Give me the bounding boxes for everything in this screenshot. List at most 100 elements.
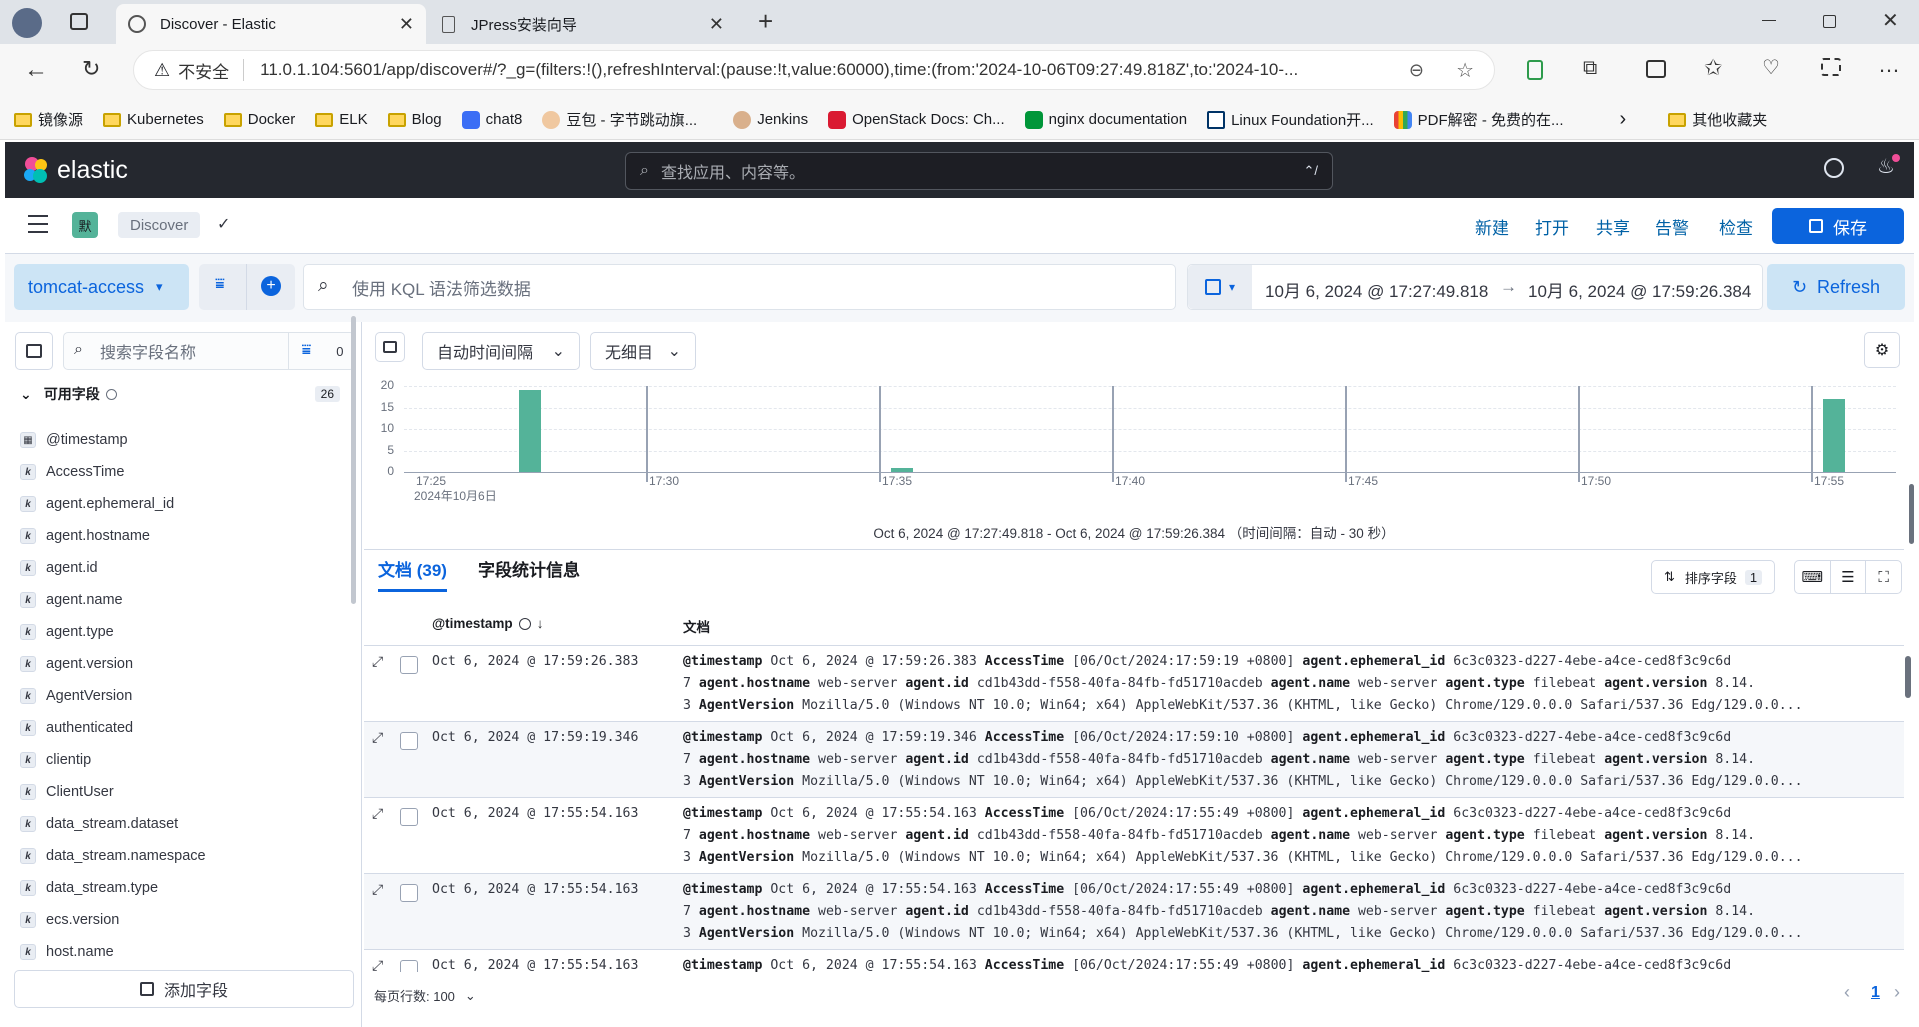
table-row[interactable]: ⤢ Oct 6, 2024 @ 17:55:54.163 @timestamp Oc… bbox=[364, 798, 1904, 874]
chart-resize-handle[interactable] bbox=[1909, 484, 1914, 544]
reload-icon[interactable]: ↻ bbox=[82, 56, 100, 82]
interval-dropdown[interactable]: 自动时间间隔 ⌄ bbox=[422, 332, 580, 370]
favorites-icon[interactable]: ✩ bbox=[1704, 55, 1722, 81]
field-search-input[interactable]: ⌕ 搜索字段名称 ⩸ 0 bbox=[63, 332, 355, 370]
field-item[interactable]: k host.name bbox=[20, 937, 114, 967]
histogram-bar[interactable] bbox=[1823, 398, 1846, 472]
favorite-star-icon[interactable]: ☆ bbox=[1456, 58, 1474, 83]
bookmark-link[interactable]: Linux Foundation开... bbox=[1207, 109, 1374, 130]
inspect-button[interactable]: 检查 bbox=[1719, 214, 1753, 239]
global-search-input[interactable]: ⌕ 查找应用、内容等。 ⌃/ bbox=[625, 152, 1333, 190]
row-checkbox[interactable] bbox=[400, 732, 418, 750]
expand-icon[interactable]: ⤢ bbox=[372, 654, 383, 670]
bookmark-link[interactable]: nginx documentation bbox=[1024, 110, 1187, 129]
profile-avatar[interactable] bbox=[12, 8, 42, 38]
field-item[interactable]: k agent.version bbox=[20, 649, 133, 679]
column-header-timestamp[interactable]: @timestamp ↓ bbox=[432, 616, 543, 631]
display-options-icon[interactable]: ☰ bbox=[1831, 561, 1867, 593]
space-avatar[interactable]: 默 bbox=[72, 212, 98, 238]
table-row[interactable]: ⤢ Oct 6, 2024 @ 17:59:19.346 @timestamp Oc… bbox=[364, 722, 1904, 798]
bookmark-folder[interactable]: 镜像源 bbox=[14, 109, 83, 130]
field-item[interactable]: k agent.id bbox=[20, 553, 98, 583]
url-bar[interactable]: ⚠ 不安全 11.0.1.104:5601/app/discover#/?_g=… bbox=[133, 50, 1495, 90]
field-item[interactable]: k data_stream.namespace bbox=[20, 841, 206, 871]
filter-icon[interactable]: ⩸ bbox=[215, 276, 225, 294]
tab-discover[interactable]: Discover - Elastic ✕ bbox=[116, 4, 426, 44]
field-item[interactable]: k clientip bbox=[20, 745, 91, 775]
field-item[interactable]: k AgentVersion bbox=[20, 681, 132, 711]
screenshot-icon[interactable] bbox=[1821, 58, 1841, 76]
open-button[interactable]: 打开 bbox=[1535, 214, 1569, 239]
field-filter-button[interactable]: ⩸ 0 bbox=[288, 333, 356, 369]
field-item[interactable]: k ClientUser bbox=[20, 777, 114, 807]
chart-options-icon[interactable]: ⚙ bbox=[1864, 332, 1900, 368]
pagination-prev-icon[interactable]: ‹ bbox=[1844, 982, 1850, 1003]
scrollbar[interactable] bbox=[351, 316, 356, 604]
expand-icon[interactable]: ⤢ bbox=[372, 882, 383, 898]
close-icon[interactable]: ✕ bbox=[399, 14, 414, 35]
table-row[interactable]: ⤢ Oct 6, 2024 @ 17:59:26.383 @timestamp Oc… bbox=[364, 646, 1904, 722]
available-fields-header[interactable]: ⌄ 可用字段 26 bbox=[20, 384, 340, 404]
more-icon[interactable]: … bbox=[1878, 52, 1900, 78]
refresh-button[interactable]: ↻ Refresh bbox=[1767, 264, 1905, 310]
field-item[interactable]: k authenticated bbox=[20, 713, 133, 743]
field-item[interactable]: k ecs.version bbox=[20, 905, 119, 935]
row-checkbox[interactable] bbox=[400, 808, 418, 826]
field-item[interactable]: k agent.type bbox=[20, 617, 114, 647]
breakdown-dropdown[interactable]: 无细目 ⌄ bbox=[590, 332, 696, 370]
add-field-button[interactable]: 添加字段 bbox=[14, 970, 354, 1008]
rows-per-page-selector[interactable]: 每页行数: 100 ⌄ bbox=[374, 986, 476, 1005]
table-row[interactable]: ⤢ Oct 6, 2024 @ 17:55:54.163 @timestamp Oc… bbox=[364, 950, 1904, 972]
bookmark-link[interactable]: 豆包 - 字节跳动旗... bbox=[542, 109, 697, 130]
collapse-sidebar-icon[interactable] bbox=[15, 332, 53, 370]
grid-scrollbar[interactable] bbox=[1905, 656, 1911, 698]
field-item[interactable]: k data_stream.dataset bbox=[20, 809, 178, 839]
pagination-next-icon[interactable]: › bbox=[1894, 982, 1900, 1003]
zoom-icon[interactable]: ⊖ bbox=[1409, 60, 1424, 81]
restore-button[interactable] bbox=[1823, 15, 1836, 28]
tab-documents[interactable]: 文档 (39) bbox=[378, 556, 447, 592]
tab-jpress[interactable]: JPress安装向导 ✕ bbox=[430, 4, 736, 44]
split-screen-icon[interactable] bbox=[1646, 60, 1666, 78]
field-item[interactable]: k agent.hostname bbox=[20, 521, 150, 551]
back-icon[interactable]: ← bbox=[24, 56, 48, 84]
add-filter-icon[interactable]: + bbox=[261, 276, 281, 296]
share-button[interactable]: 共享 bbox=[1596, 214, 1630, 239]
field-item[interactable]: k agent.ephemeral_id bbox=[20, 489, 174, 519]
tab-field-stats[interactable]: 字段统计信息 bbox=[478, 556, 580, 581]
field-item[interactable]: ▦ @timestamp bbox=[20, 425, 128, 455]
new-tab-button[interactable]: + bbox=[758, 6, 773, 37]
time-from[interactable]: 10月 6, 2024 @ 17:27:49.818 bbox=[1265, 277, 1488, 302]
save-button[interactable]: 保存 bbox=[1772, 208, 1904, 244]
row-checkbox[interactable] bbox=[400, 960, 418, 972]
expand-icon[interactable]: ⤢ bbox=[372, 806, 383, 822]
toggle-chart-icon[interactable] bbox=[375, 332, 405, 362]
bookmark-folder[interactable]: Docker bbox=[223, 111, 295, 128]
minimize-button[interactable] bbox=[1762, 20, 1776, 21]
fullscreen-icon[interactable]: ⛶ bbox=[1866, 561, 1901, 593]
menu-icon[interactable] bbox=[28, 215, 48, 233]
bookmark-folder[interactable]: Kubernetes bbox=[103, 111, 204, 128]
field-item[interactable]: k data_stream.type bbox=[20, 873, 158, 903]
browser-essentials-icon[interactable]: ♡ bbox=[1762, 55, 1780, 80]
row-checkbox[interactable] bbox=[400, 884, 418, 902]
time-to[interactable]: 10月 6, 2024 @ 17:59:26.384 bbox=[1528, 277, 1751, 302]
keyboard-shortcuts-icon[interactable]: ⌨ bbox=[1795, 561, 1831, 593]
bookmark-link[interactable]: chat8 bbox=[461, 110, 522, 129]
row-checkbox[interactable] bbox=[400, 656, 418, 674]
breadcrumb[interactable]: Discover bbox=[118, 212, 201, 238]
tab-actions-icon[interactable] bbox=[70, 13, 88, 30]
sort-fields-button[interactable]: ⇅ 排序字段 1 bbox=[1651, 560, 1776, 594]
bookmark-folder[interactable]: ELK bbox=[315, 111, 368, 128]
close-icon[interactable]: ✕ bbox=[709, 14, 724, 35]
more-bookmarks-chevron-icon[interactable]: › bbox=[1620, 108, 1627, 131]
histogram-bar[interactable] bbox=[518, 390, 541, 472]
expand-icon[interactable]: ⤢ bbox=[372, 958, 383, 972]
sort-desc-icon[interactable]: ↓ bbox=[537, 616, 544, 631]
extensions-puzzle-icon[interactable]: ⧉ bbox=[1583, 57, 1597, 80]
expand-icon[interactable]: ⤢ bbox=[372, 730, 383, 746]
field-item[interactable]: k AccessTime bbox=[20, 457, 124, 487]
alerts-button[interactable]: 告警 bbox=[1655, 214, 1689, 239]
other-bookmarks-folder[interactable]: 其他收藏夹 bbox=[1668, 109, 1767, 130]
new-button[interactable]: 新建 bbox=[1475, 214, 1509, 239]
